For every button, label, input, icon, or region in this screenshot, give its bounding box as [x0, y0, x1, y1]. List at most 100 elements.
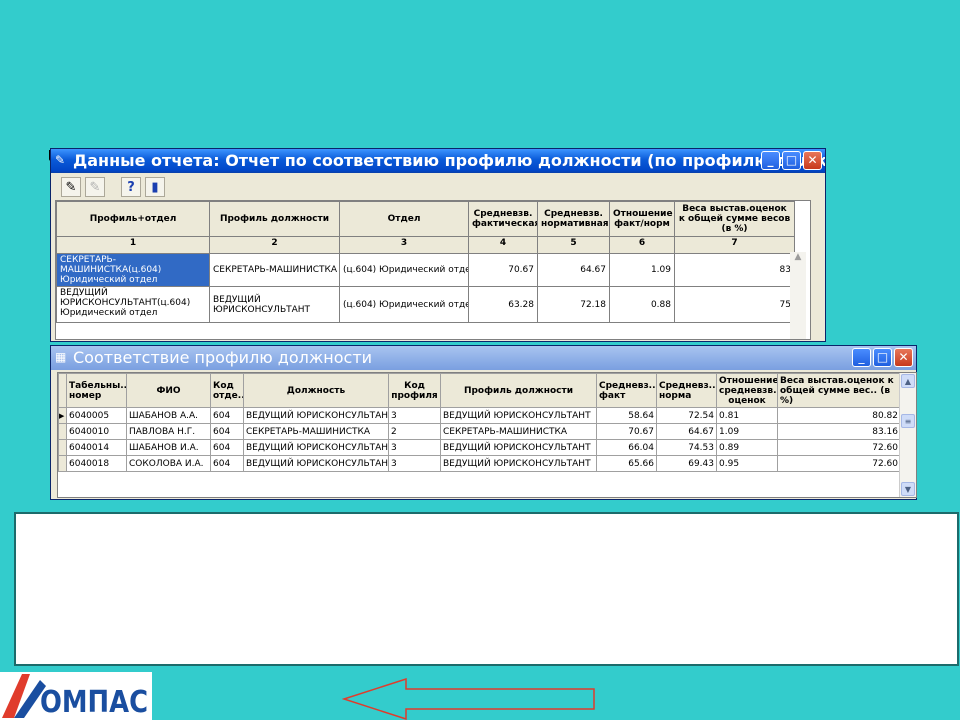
cell[interactable]: 65.66 [596, 455, 657, 472]
cell[interactable]: ВЕДУЩИЙ ЮРИСКОНСУЛЬТАНТ [440, 439, 597, 456]
report-window-titlebar[interactable]: ✎ Данные отчета: Отчет по соответствию п… [51, 149, 825, 173]
cell[interactable]: ВЕДУЩИЙ ЮРИСКОНСУЛЬТАН [243, 439, 389, 456]
col-header[interactable]: Средневзв. нормативная [537, 201, 610, 237]
scroll-down-icon[interactable]: ▼ [901, 482, 915, 496]
cell[interactable]: 74.53 [656, 439, 717, 456]
cell[interactable]: ВЕДУЩИЙ ЮРИСКОНСУЛЬТАНТ(ц.604) Юридическ… [56, 286, 210, 323]
cell[interactable]: 2 [388, 423, 441, 440]
cell[interactable]: 63.28 [468, 286, 538, 323]
scroll-thumb[interactable]: ≡ [901, 414, 915, 428]
cell[interactable]: 69.43 [656, 455, 717, 472]
report-data-window: ✎ Данные отчета: Отчет по соответствию п… [50, 148, 826, 342]
cell[interactable]: 58.64 [596, 407, 657, 424]
cell[interactable]: ПАВЛОВА Н.Г. [126, 423, 211, 440]
cell[interactable]: 1.09 [609, 253, 675, 287]
cell[interactable]: 3 [388, 455, 441, 472]
maximize-button[interactable]: □ [873, 348, 892, 367]
cell[interactable]: ШАБАНОВ И.А. [126, 439, 211, 456]
table-row[interactable]: ВЕДУЩИЙ ЮРИСКОНСУЛЬТАНТ(ц.604) Юридическ… [56, 286, 795, 323]
cell[interactable]: ВЕДУЩИЙ ЮРИСКОНСУЛЬТАН [243, 407, 389, 424]
col-header[interactable]: Отношение факт/норм [609, 201, 675, 237]
filter-icon[interactable]: ✎ [61, 177, 81, 197]
profile-compliance-window: ▦ Соответствие профилю должности _ □ ✕ Т… [50, 345, 917, 500]
col-header[interactable]: Код отде.. [210, 373, 244, 408]
help-icon[interactable]: ? [121, 177, 141, 197]
cell[interactable]: ВЕДУЩИЙ ЮРИСКОНСУЛЬТАНТ [209, 286, 340, 323]
cell[interactable]: 64.67 [656, 423, 717, 440]
cell[interactable]: ШАБАНОВ А.А. [126, 407, 211, 424]
cell[interactable]: 1.09 [716, 423, 778, 440]
table-row[interactable]: 6040014 ШАБАНОВ И.А. 604 ВЕДУЩИЙ ЮРИСКОН… [58, 439, 901, 456]
col-header[interactable]: Отношение средневзв. оценок [716, 373, 778, 408]
col-header[interactable]: Профиль должности [209, 201, 340, 237]
cell[interactable]: 66.04 [596, 439, 657, 456]
cell[interactable]: ВЕДУЩИЙ ЮРИСКОНСУЛЬТАНТ [440, 407, 597, 424]
cell[interactable]: 0.81 [716, 407, 778, 424]
cell[interactable]: 72.60 [777, 455, 901, 472]
cell[interactable]: 604 [210, 455, 244, 472]
cell[interactable]: ВЕДУЩИЙ ЮРИСКОНСУЛЬТАНТ [440, 455, 597, 472]
cell[interactable]: (ц.604) Юридический отдел [339, 253, 469, 287]
exit-door-icon[interactable]: ▮ [145, 177, 165, 197]
cell[interactable]: 72.54 [656, 407, 717, 424]
col-header[interactable]: Средневз.. норма [656, 373, 717, 408]
cell[interactable]: СЕКРЕТАРЬ-МАШИНИСТКА [243, 423, 389, 440]
col-header[interactable]: Средневз.. факт [596, 373, 657, 408]
cell[interactable]: СЕКРЕТАРЬ-МАШИНИСТКА [209, 253, 340, 287]
report-grid[interactable]: Профиль+отдел Профиль должности Отдел Ср… [55, 200, 811, 340]
maximize-button[interactable]: □ [782, 151, 801, 170]
cell[interactable]: 72.18 [537, 286, 610, 323]
col-header[interactable]: Табельны.. номер [66, 373, 127, 408]
col-header[interactable]: Профиль+отдел [56, 201, 210, 237]
cell[interactable]: 6040005 [66, 407, 127, 424]
cell[interactable]: 0.88 [609, 286, 675, 323]
cell[interactable]: 70.67 [468, 253, 538, 287]
cell[interactable]: 6040018 [66, 455, 127, 472]
minimize-button[interactable]: _ [761, 151, 780, 170]
col-header[interactable]: Код профиля [388, 373, 441, 408]
scroll-up-icon[interactable]: ▲ [901, 374, 915, 388]
col-header[interactable]: Средневзв. фактическая [468, 201, 538, 237]
cell[interactable]: СОКОЛОВА И.А. [126, 455, 211, 472]
cell[interactable]: 83.16 [777, 423, 901, 440]
table-row[interactable]: 6040018 СОКОЛОВА И.А. 604 ВЕДУЩИЙ ЮРИСКО… [58, 455, 901, 472]
cell[interactable]: 3 [388, 407, 441, 424]
cell[interactable]: 70.67 [596, 423, 657, 440]
cell[interactable]: ВЕДУЩИЙ ЮРИСКОНСУЛЬТАН [243, 455, 389, 472]
table-row[interactable]: СЕКРЕТАРЬ-МАШИНИСТКА(ц.604) Юридический … [56, 253, 795, 287]
col-header[interactable]: Профиль должности [440, 373, 597, 408]
profile-window-titlebar[interactable]: ▦ Соответствие профилю должности _ □ ✕ [51, 346, 916, 370]
cell[interactable]: 6040010 [66, 423, 127, 440]
cell[interactable]: 604 [210, 439, 244, 456]
cell[interactable]: 3 [388, 439, 441, 456]
col-number: 7 [674, 236, 795, 254]
vertical-scrollbar[interactable]: ▲ ▼ [790, 252, 806, 339]
cell[interactable]: 604 [210, 407, 244, 424]
col-header[interactable]: Веса выстав.оценок к общей сумме вес.. (… [777, 373, 901, 408]
col-header[interactable]: Веса выстав.оценок к общей сумме весов (… [674, 201, 795, 237]
cell[interactable]: 64.67 [537, 253, 610, 287]
col-header[interactable]: ФИО [126, 373, 211, 408]
col-header[interactable]: Отдел [339, 201, 469, 237]
table-row[interactable]: ▶ 6040005 ШАБАНОВ А.А. 604 ВЕДУЩИЙ ЮРИСК… [58, 407, 901, 424]
cell[interactable]: 0.95 [716, 455, 778, 472]
minimize-button[interactable]: _ [852, 348, 871, 367]
cell[interactable]: 0.89 [716, 439, 778, 456]
cell[interactable]: (ц.604) Юридический отдел [339, 286, 469, 323]
vertical-scrollbar[interactable]: ▲ ≡ ▼ [899, 373, 916, 497]
cell[interactable]: 80.82 [777, 407, 901, 424]
filter-off-icon[interactable]: ✎ [85, 177, 105, 197]
close-button[interactable]: ✕ [894, 348, 913, 367]
cell[interactable]: 83 [674, 253, 795, 287]
cell[interactable]: 72.60 [777, 439, 901, 456]
scroll-up-icon[interactable]: ▲ [790, 252, 806, 262]
cell[interactable]: 604 [210, 423, 244, 440]
cell[interactable]: 75 [674, 286, 795, 323]
cell[interactable]: СЕКРЕТАРЬ-МАШИНИСТКА(ц.604) Юридический … [56, 253, 210, 287]
col-header[interactable]: Должность [243, 373, 389, 408]
close-button[interactable]: ✕ [803, 151, 822, 170]
table-row[interactable]: 6040010 ПАВЛОВА Н.Г. 604 СЕКРЕТАРЬ-МАШИН… [58, 423, 901, 440]
employee-grid[interactable]: Табельны.. номер ФИО Код отде.. Должност… [57, 372, 917, 498]
cell[interactable]: 6040014 [66, 439, 127, 456]
cell[interactable]: СЕКРЕТАРЬ-МАШИНИСТКА [440, 423, 597, 440]
